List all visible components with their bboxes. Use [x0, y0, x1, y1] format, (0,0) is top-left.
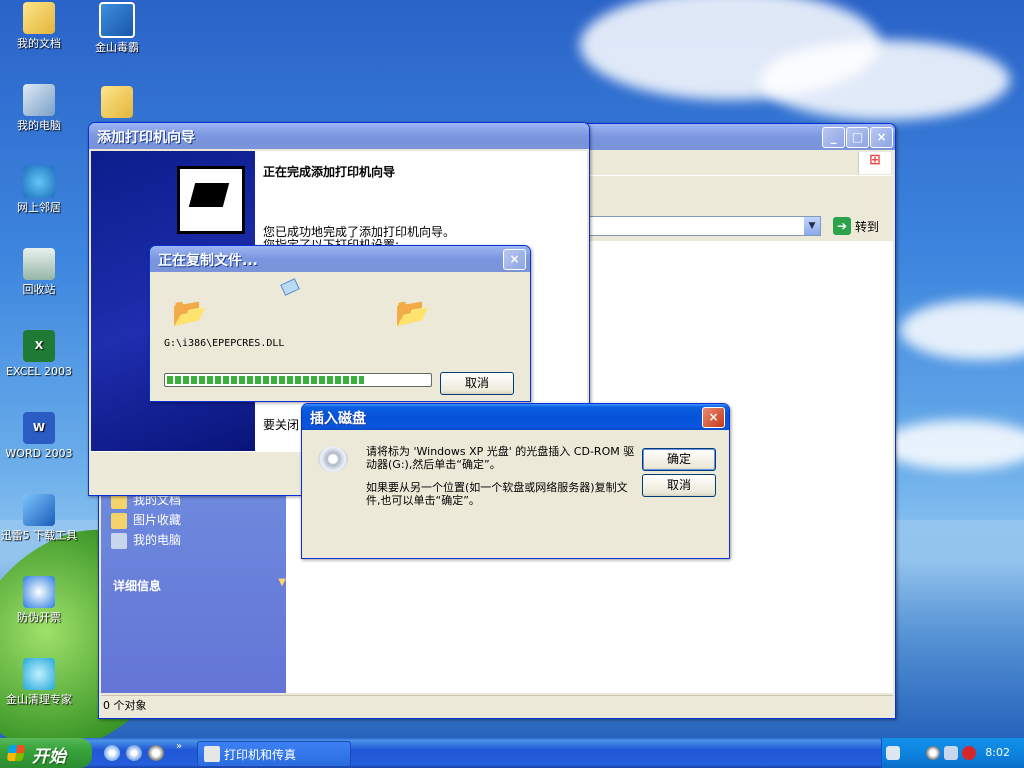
ok-button[interactable]: 确定 — [642, 448, 716, 471]
invoice-icon — [23, 576, 55, 608]
desktop-icon-excel[interactable]: X EXCEL 2003 — [0, 330, 78, 378]
chevron-down-icon[interactable]: ▼ — [278, 577, 286, 588]
printer-icon — [204, 746, 220, 762]
go-button[interactable]: ➔ 转到 — [833, 216, 891, 236]
status-bar: 0 个对象 — [101, 695, 893, 716]
desktop-icon-folder[interactable] — [78, 86, 156, 121]
desktop-icon-my-documents[interactable]: 我的文档 — [0, 2, 78, 50]
windows-flag-icon — [6, 745, 26, 761]
taskbar-button-label: 打印机和传真 — [224, 748, 297, 762]
cleaner-icon — [23, 658, 55, 690]
desktop-icon-label: 金山毒霸 — [95, 41, 139, 54]
desktop-icon-invoice[interactable]: 防伪开票 — [0, 576, 78, 624]
details-section-header[interactable]: 详细信息 ▼ — [103, 577, 296, 594]
arrow-right-icon: ➔ — [833, 217, 851, 235]
task-link-label: 图片收藏 — [133, 513, 182, 527]
desktop-icon-recycle-bin[interactable]: 回收站 — [0, 248, 78, 296]
copy-dialog-title: 正在复制文件... — [158, 253, 258, 269]
task-link-my-computer[interactable]: 我的电脑 — [111, 531, 181, 549]
flying-file-icon — [280, 278, 300, 296]
insert-disk-message: 请将标为 'Windows XP 光盘' 的光盘插入 CD-ROM 驱动器(G:… — [366, 445, 635, 471]
quicklaunch-overflow-icon[interactable]: » — [176, 741, 182, 752]
desktop-icon-label: 网上邻居 — [17, 201, 61, 214]
desktop-icon-label: 迅雷5 下载工具 — [0, 529, 78, 542]
qq-tray-icon[interactable] — [926, 746, 940, 760]
cloud — [900, 300, 1024, 360]
desktop-icon-label: 防伪开票 — [17, 611, 61, 624]
task-link-label: 我的电脑 — [133, 533, 182, 547]
insert-disk-alt-message: 如果要从另一个位置(如一个软盘或网络服务器)复制文件,也可以单击“确定”。 — [366, 481, 628, 507]
antivirus-icon — [99, 2, 135, 38]
minimize-button[interactable]: _ — [822, 127, 845, 148]
desktop-icon-label: 我的电脑 — [17, 119, 61, 132]
excel-icon: X — [23, 330, 55, 362]
taskbar-button-printers[interactable]: 打印机和传真 — [197, 741, 351, 767]
close-button[interactable]: × — [870, 127, 893, 148]
copy-cancel-button[interactable]: 取消 — [440, 372, 514, 395]
desktop-icon-word[interactable]: W WORD 2003 — [0, 412, 78, 460]
task-link-pictures[interactable]: 图片收藏 — [111, 511, 181, 529]
status-text: 0 个对象 — [103, 699, 147, 712]
keyboard-icon[interactable] — [886, 746, 900, 760]
destination-folder-icon: 📂 — [395, 296, 430, 329]
computer-icon — [23, 84, 55, 116]
computer-icon — [111, 532, 127, 549]
wizard-close-text: 要关闭 — [263, 418, 300, 432]
copy-progress-fill — [167, 376, 364, 384]
start-label: 开始 — [32, 747, 66, 767]
start-button[interactable]: 开始 — [0, 738, 92, 768]
network-icon — [23, 166, 55, 198]
cd-drive-icon — [318, 446, 348, 472]
cancel-button[interactable]: 取消 — [642, 474, 716, 497]
taskbar: 开始 » 打印机和传真 8:02 — [0, 738, 1024, 768]
quicklaunch-ie-icon[interactable] — [104, 745, 120, 761]
source-folder-icon: 📂 — [172, 296, 207, 329]
desktop-icon-label: 回收站 — [22, 283, 56, 296]
insert-disk-dialog: 插入磁盘 × 请将标为 'Windows XP 光盘' 的光盘插入 CD-ROM… — [301, 403, 730, 559]
close-button[interactable]: × — [503, 249, 526, 270]
system-tray: 8:02 — [881, 738, 1024, 768]
desktop-icon-thunder[interactable]: 迅雷5 下载工具 — [0, 494, 78, 542]
insert-disk-title: 插入磁盘 — [310, 411, 366, 427]
copy-progress-bar — [164, 373, 432, 387]
desktop-icon-label: 我的文档 — [17, 37, 61, 50]
security-shield-icon[interactable] — [962, 746, 976, 760]
folder-icon — [101, 86, 133, 118]
insert-disk-titlebar[interactable]: 插入磁盘 × — [302, 404, 729, 430]
wizard-title: 添加打印机向导 — [97, 130, 195, 146]
windows-logo-icon: ⊞ — [858, 152, 891, 174]
copy-file-path: G:\i386\EPEPCRES.DLL — [164, 338, 285, 349]
network-tray-icon[interactable] — [944, 746, 958, 760]
wizard-titlebar[interactable]: 添加打印机向导 — [89, 123, 589, 149]
folder-icon — [23, 2, 55, 34]
maximize-button[interactable]: □ — [846, 127, 869, 148]
go-label: 转到 — [855, 220, 880, 234]
desktop-icon-my-computer[interactable]: 我的电脑 — [0, 84, 78, 132]
desktop-icon-label: 金山清理专家 — [6, 693, 72, 706]
thunder-icon — [23, 494, 55, 526]
close-button[interactable]: × — [702, 407, 725, 428]
desktop-icon-label: EXCEL 2003 — [6, 365, 72, 378]
cloud — [880, 420, 1024, 470]
quicklaunch-browser-icon[interactable] — [126, 745, 142, 761]
word-icon: W — [23, 412, 55, 444]
chevron-down-icon[interactable]: ▼ — [804, 217, 820, 235]
recycle-bin-icon — [23, 248, 55, 280]
desktop-icon-cleaner[interactable]: 金山清理专家 — [0, 658, 78, 706]
copying-files-dialog: 正在复制文件... × 📂 📂 G:\i386\EPEPCRES.DLL 取消 — [149, 245, 531, 402]
clock[interactable]: 8:02 — [985, 746, 1010, 759]
printer-icon — [177, 166, 245, 234]
picture-folder-icon — [111, 512, 127, 529]
copy-dialog-titlebar[interactable]: 正在复制文件... × — [150, 246, 530, 272]
desktop-icon-network[interactable]: 网上邻居 — [0, 166, 78, 214]
details-label: 详细信息 — [113, 579, 162, 593]
desktop-icon-kingsoft-antivirus[interactable]: 金山毒霸 — [78, 2, 156, 54]
wizard-heading: 正在完成添加打印机向导 — [263, 165, 396, 179]
cloud — [760, 40, 1010, 120]
desktop-icon-label: WORD 2003 — [5, 447, 73, 460]
quicklaunch-qq-icon[interactable] — [148, 745, 164, 761]
